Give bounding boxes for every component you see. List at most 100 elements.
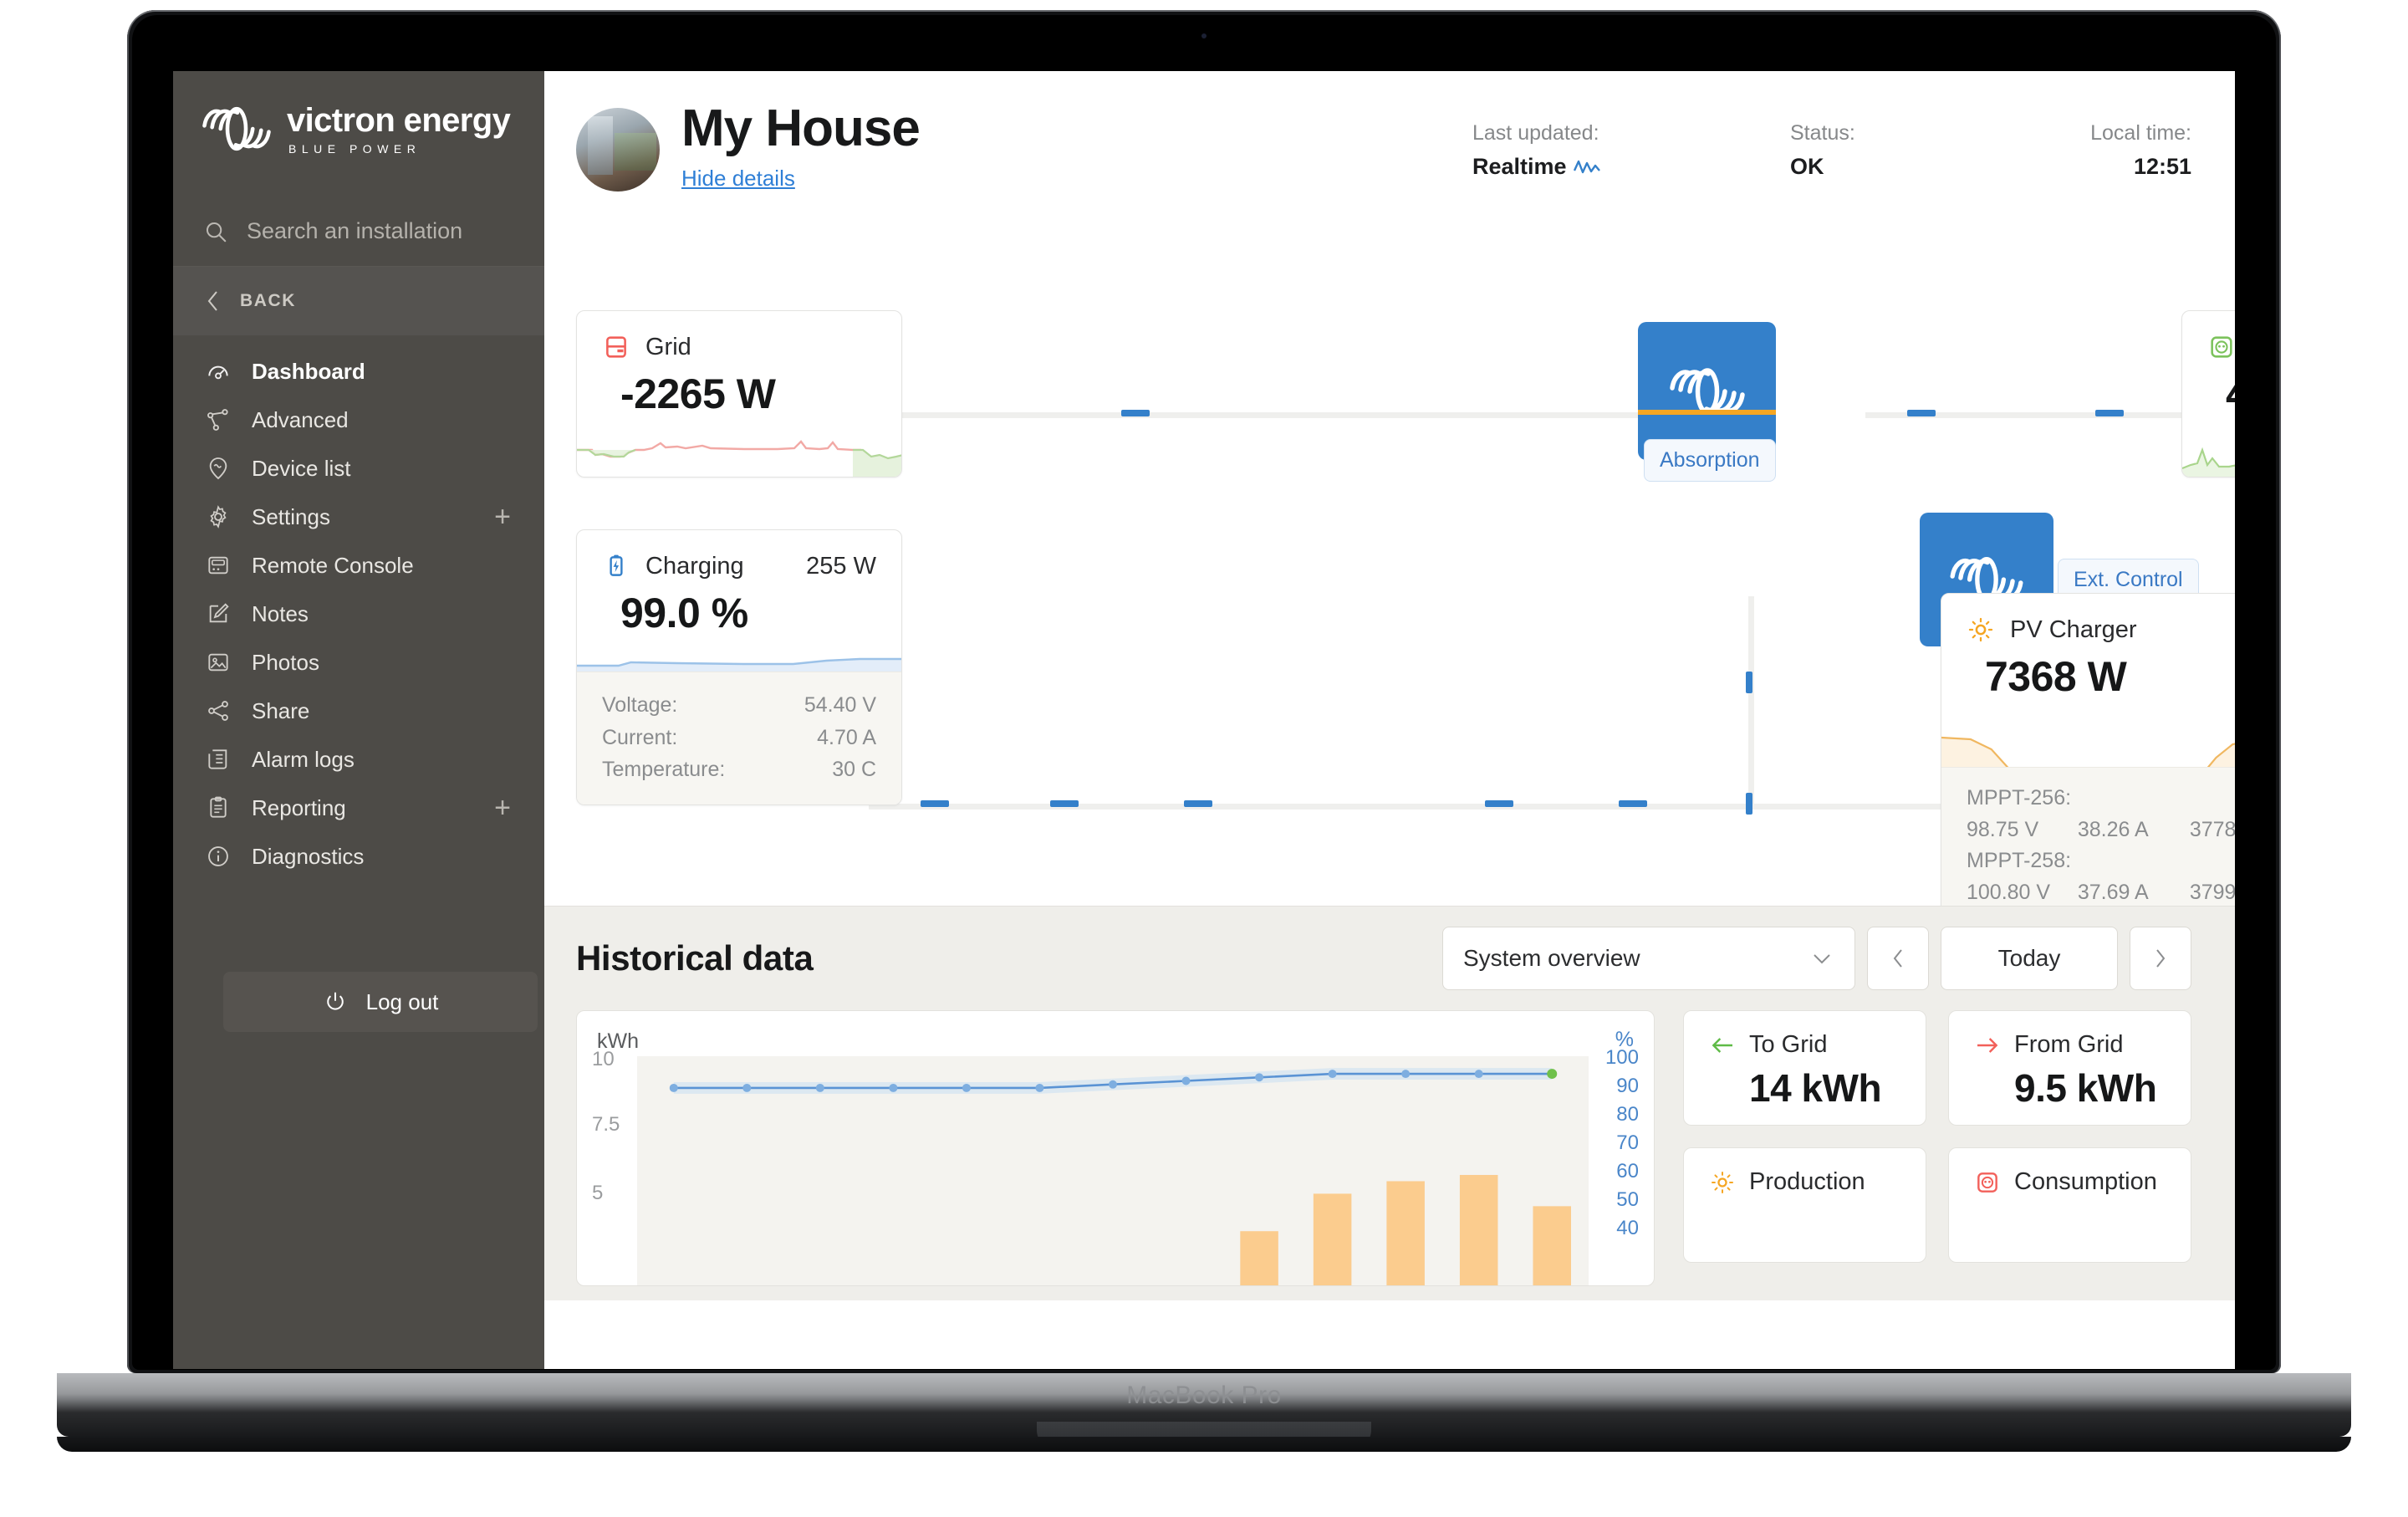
dataset-select[interactable]: System overview [1442,927,1855,991]
sidebar-item-label: Alarm logs [252,746,355,772]
last-updated-text: Realtime [1472,154,1567,179]
mppt-row: 98.75 V 38.26 A 3778 W [1967,815,2235,846]
detail-key: Current: [602,725,678,749]
mppt-current: 38.26 A [2077,817,2149,841]
historical-data-section: Historical data System overview Today kW… [544,906,2235,1301]
sidebar-item-advanced[interactable]: Advanced [173,396,544,444]
sidebar-item-share[interactable]: Share [173,687,544,735]
detail-value: 30 C [832,758,876,782]
sidebar-item-label: Notes [252,600,309,626]
avatar[interactable] [576,108,660,192]
battery-detail-row: Voltage: 54.40 V [602,689,876,722]
from-grid-head: From Grid [1974,1031,2166,1059]
settings-add-button[interactable]: + [494,503,511,531]
sun-icon [1968,617,1993,642]
ac-socket-icon [1977,1172,1997,1193]
sidebar-item-reporting[interactable]: Reporting + [173,784,544,832]
production-head: Production [1709,1168,1900,1196]
battery-card-title: Charging [645,552,744,580]
battery-detail-row: Temperature: 30 C [602,753,876,786]
sidebar-item-notes[interactable]: Notes [173,590,544,638]
victron-logo-icon [202,106,271,151]
hide-details-link[interactable]: Hide details [681,166,795,192]
flow-dash [1050,800,1079,808]
brand-logo[interactable]: victron energy BLUE POWER [173,71,544,156]
flow-dash [1746,793,1752,815]
chevron-right-icon [2156,949,2166,968]
ac-loads-sparkline [2182,447,2235,478]
back-button[interactable]: BACK [173,267,544,335]
ac-loads-card-head: AC Loads [2182,311,2235,361]
sidebar: victron energy BLUE POWER Search an inst… [173,71,544,1369]
historical-controls: System overview Today [1442,927,2191,991]
logout-button[interactable]: Log out [223,972,538,1032]
local-time-label: Local time: [2090,121,2191,145]
to-grid-card[interactable]: To Grid 14 kWh [1683,1010,1926,1126]
sidebar-item-alarm-logs[interactable]: Alarm logs [173,735,544,784]
mppt-row: 100.80 V 37.69 A 3799 W [1967,877,2235,909]
y2-tick: 50 [1616,1188,1639,1212]
grid-card[interactable]: Grid -2265 W [576,310,902,478]
pin-icon [209,457,227,480]
pv-charger-card[interactable]: PV Charger 7368 W MPPT-256: 98.75 V 38.2… [1941,593,2235,928]
sidebar-item-label: Settings [252,503,330,529]
info-icon [208,846,228,866]
local-time-block: Local time: 12:51 [2041,121,2191,180]
chart-svg [669,1068,1571,1286]
mppt-voltage: 100.80 V [1967,880,2051,904]
grid-card-title: Grid [645,333,691,360]
victron-vrm-app: victron energy BLUE POWER Search an inst… [173,71,2235,1369]
y2-tick: 80 [1616,1103,1639,1126]
search-input[interactable]: Search an installation [173,197,544,267]
gauge-icon [208,365,228,380]
share-icon [208,701,228,721]
reporting-add-button[interactable]: + [494,794,511,822]
consumption-head: Consumption [1974,1168,2166,1196]
sidebar-item-label: Remote Console [252,552,414,578]
next-period-button[interactable] [2130,927,2191,991]
from-grid-card[interactable]: From Grid 9.5 kWh [1948,1010,2191,1126]
battery-card-power: 255 W [806,552,876,580]
flow-dash [1485,800,1513,808]
wire-inverter-to-dc [1748,596,1754,806]
production-card[interactable]: Production [1683,1147,1926,1264]
battery-card[interactable]: Charging 255 W 99.0 % Voltage: 54.40 V C… [576,529,902,806]
arrow-left-icon [1712,1037,1732,1053]
page-title: My House [681,100,921,157]
sidebar-item-label: Diagnostics [252,843,365,869]
consumption-title: Consumption [2014,1168,2157,1196]
sidebar-item-device-list[interactable]: Device list [173,444,544,493]
wire-dc-bus [869,804,1947,810]
detail-key: Temperature: [602,758,726,782]
historical-chart[interactable]: kWh % 10 7.5 5 100 90 80 70 60 50 40 [576,1010,1655,1287]
sidebar-item-diagnostics[interactable]: Diagnostics [173,832,544,881]
sidebar-item-dashboard[interactable]: Dashboard [173,347,544,396]
energy-diagram: Grid -2265 W Charging 255 W 99.0 % Volta… [544,203,2235,928]
sidebar-item-photos[interactable]: Photos [173,638,544,687]
laptop-mockup: victron energy BLUE POWER Search an inst… [0,0,2408,1517]
laptop-foot [57,1437,2351,1452]
y2-tick: 60 [1616,1160,1639,1183]
status-badge: OK [1790,154,1824,179]
arrow-right-icon [1977,1037,1998,1053]
today-button[interactable]: Today [1941,927,2118,991]
sidebar-item-label: Share [252,697,310,723]
flow-dash [1121,410,1150,417]
battery-charging-icon [610,554,623,576]
historical-title: Historical data [576,938,814,978]
mppt-power: 3799 W [2189,880,2235,904]
y2-tick: 90 [1616,1075,1639,1098]
gear-icon [210,505,227,529]
ac-loads-card[interactable]: AC Loads 4277 W [2181,310,2235,478]
sidebar-item-label: Photos [252,649,319,675]
battery-detail-row: Current: 4.70 A [602,722,876,754]
consumption-card[interactable]: Consumption [1948,1147,2191,1264]
sidebar-item-remote-console[interactable]: Remote Console [173,541,544,590]
summary-cards: To Grid 14 kWh From Grid 9.5 kWh Product… [1683,1010,2191,1286]
image-icon [208,653,228,672]
pv-card-head: PV Charger [1941,594,2235,644]
y-tick: 7.5 [592,1113,620,1136]
prev-period-button[interactable] [1867,927,1929,991]
brand-name: victron energy [287,101,511,139]
sidebar-item-settings[interactable]: Settings + [173,493,544,541]
